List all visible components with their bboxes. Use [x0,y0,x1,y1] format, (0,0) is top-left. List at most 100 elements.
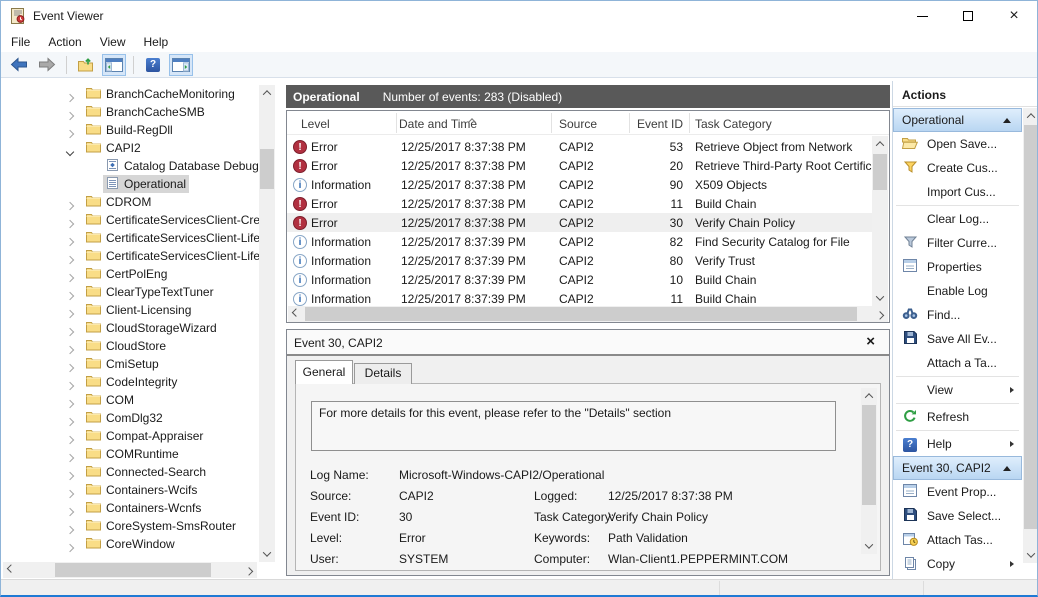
expand-chevron-icon[interactable] [67,306,73,319]
scroll-up-arrow[interactable] [872,136,888,152]
tree-vertical-scrollbar[interactable] [259,85,275,562]
action-item[interactable]: Attach Tas... [893,528,1022,552]
collapse-chevron-icon[interactable] [67,144,73,157]
action-item[interactable]: View [893,378,1022,402]
action-item[interactable]: Filter Curre... [893,231,1022,255]
tree-item[interactable]: CDROM [3,193,259,211]
action-item[interactable]: Refresh [893,405,1022,429]
expand-chevron-icon[interactable] [67,90,73,103]
tree-item[interactable]: Operational [3,175,259,193]
show-console-tree-button[interactable] [102,54,126,76]
scrollbar-thumb[interactable] [260,149,274,189]
tree-item[interactable]: CloudStore [3,337,259,355]
scroll-right-arrow[interactable] [241,562,257,578]
event-row[interactable]: iInformation12/25/2017 8:37:39 PMCAPI280… [287,251,872,270]
tree-item[interactable]: COM [3,391,259,409]
event-row[interactable]: !Error12/25/2017 8:37:38 PMCAPI230Verify… [287,213,872,232]
scroll-down-arrow[interactable] [872,290,888,306]
event-row[interactable]: iInformation12/25/2017 8:37:39 PMCAPI282… [287,232,872,251]
action-item[interactable]: Clear Log... [893,207,1022,231]
action-item[interactable]: Open Save... [893,132,1022,156]
actions-section-header[interactable]: Operational [893,108,1022,132]
scroll-up-arrow[interactable] [259,85,275,101]
open-saved-log-button[interactable] [74,54,98,76]
tree-item[interactable]: ClearTypeTextTuner [3,283,259,301]
column-task-category[interactable]: Task Category [695,117,772,131]
back-button[interactable] [7,54,31,76]
events-horizontal-scrollbar[interactable] [288,306,888,322]
tree-item[interactable]: CertificateServicesClient-Lifec [3,229,259,247]
expand-chevron-icon[interactable] [67,126,73,139]
expand-chevron-icon[interactable] [67,522,73,535]
event-row[interactable]: !Error12/25/2017 8:37:38 PMCAPI220Retrie… [287,156,872,175]
scroll-down-arrow[interactable] [259,546,275,562]
expand-chevron-icon[interactable] [67,288,73,301]
scrollbar-thumb[interactable] [862,405,876,505]
scroll-down-arrow[interactable] [1023,547,1038,563]
action-item[interactable]: Properties [893,255,1022,279]
tree-item[interactable]: BranchCacheSMB [3,103,259,121]
expand-chevron-icon[interactable] [67,342,73,355]
tree-item[interactable]: CoreSystem-SmsRouter [3,517,259,535]
tree-item[interactable]: COMRuntime [3,445,259,463]
expand-chevron-icon[interactable] [67,450,73,463]
expand-chevron-icon[interactable] [67,108,73,121]
action-item[interactable]: Enable Log [893,279,1022,303]
tree-item[interactable]: Compat-Appraiser [3,427,259,445]
forward-button[interactable] [35,54,59,76]
maximize-button[interactable] [945,1,991,31]
action-item[interactable]: Create Cus... [893,156,1022,180]
tree-item[interactable]: Client-Licensing [3,301,259,319]
menu-view[interactable]: View [100,35,126,49]
expand-chevron-icon[interactable] [67,216,73,229]
tree-item[interactable]: CodeIntegrity [3,373,259,391]
scrollbar-thumb[interactable] [305,307,857,321]
tree-item[interactable]: BranchCacheMonitoring [3,85,259,103]
expand-chevron-icon[interactable] [67,324,73,337]
event-row[interactable]: iInformation12/25/2017 8:37:38 PMCAPI290… [287,175,872,194]
tree-item[interactable]: Build-RegDll [3,121,259,139]
scrollbar-thumb[interactable] [873,154,887,190]
expand-chevron-icon[interactable] [67,234,73,247]
help-button[interactable]: ? [141,54,165,76]
detail-vertical-scrollbar[interactable] [861,388,877,554]
actions-section-header[interactable]: Event 30, CAPI2 [893,456,1022,480]
scroll-up-arrow[interactable] [1023,108,1038,124]
scroll-down-arrow[interactable] [861,538,877,554]
show-action-pane-button[interactable] [169,54,193,76]
action-item[interactable]: Import Cus... [893,180,1022,204]
scroll-left-arrow[interactable] [288,306,304,322]
minimize-button[interactable] [899,1,945,31]
tree-horizontal-scrollbar[interactable] [3,562,257,578]
tree-item[interactable]: CertificateServicesClient-Cred [3,211,259,229]
action-item[interactable]: ?Help [893,432,1022,456]
events-vertical-scrollbar[interactable] [872,136,888,306]
tree-item[interactable]: Catalog Database Debug [3,157,259,175]
scroll-up-arrow[interactable] [861,388,877,404]
expand-chevron-icon[interactable] [67,486,73,499]
tab-general[interactable]: General [295,360,353,384]
expand-chevron-icon[interactable] [67,378,73,391]
collapse-section-icon[interactable] [1003,118,1011,123]
tree-item[interactable]: CertificateServicesClient-Lifec [3,247,259,265]
action-item[interactable]: Attach a Ta... [893,351,1022,375]
menu-action[interactable]: Action [48,35,81,49]
event-row[interactable]: !Error12/25/2017 8:37:38 PMCAPI211Build … [287,194,872,213]
action-item[interactable]: Event Prop... [893,480,1022,504]
tree-item[interactable]: CoreWindow [3,535,259,553]
column-source[interactable]: Source [559,117,597,131]
event-row[interactable]: !Error12/25/2017 8:37:38 PMCAPI253Retrie… [287,137,872,156]
menu-help[interactable]: Help [144,35,169,49]
actions-vertical-scrollbar[interactable] [1023,108,1038,563]
scrollbar-thumb[interactable] [55,563,211,577]
action-item[interactable]: Save All Ev... [893,327,1022,351]
scroll-left-arrow[interactable] [3,562,19,578]
tree-item[interactable]: Connected-Search [3,463,259,481]
tree-item[interactable]: CAPI2 [3,139,259,157]
column-date-time[interactable]: Date and Time [399,117,477,131]
column-event-id[interactable]: Event ID [607,117,683,131]
action-item[interactable]: Find... [893,303,1022,327]
collapse-section-icon[interactable] [1003,466,1011,471]
expand-chevron-icon[interactable] [67,396,73,409]
tree-item[interactable]: ComDlg32 [3,409,259,427]
